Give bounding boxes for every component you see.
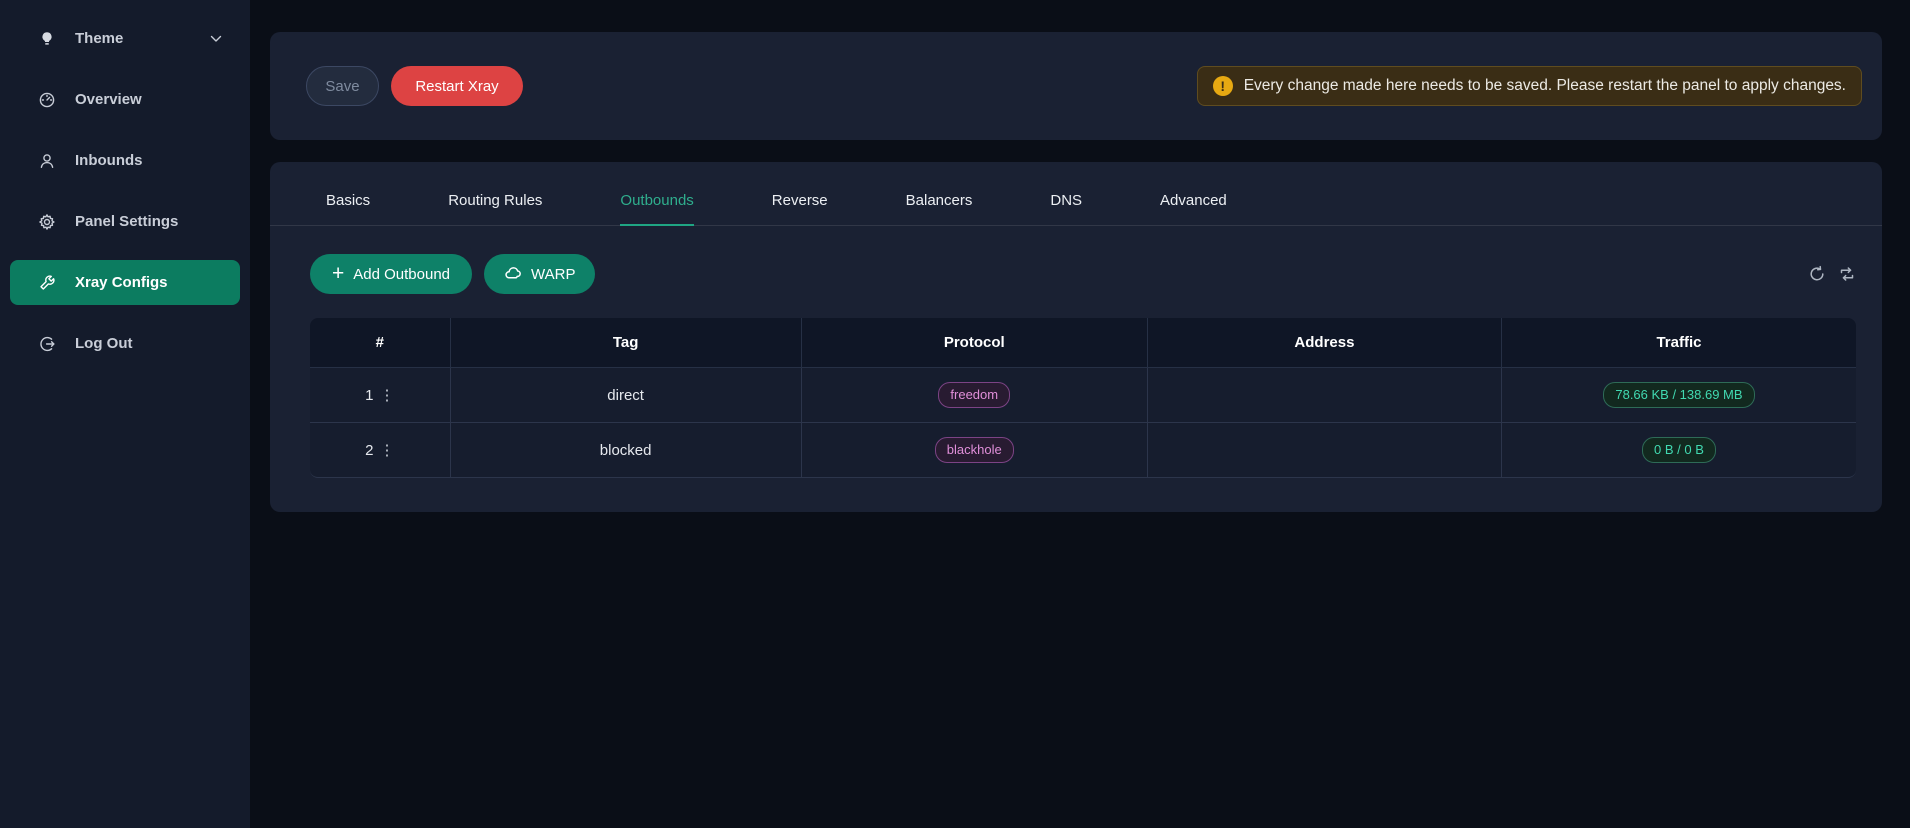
col-header-traffic: Traffic — [1502, 318, 1856, 368]
sidebar-item-panel-settings[interactable]: Panel Settings — [10, 199, 240, 244]
wrench-icon — [38, 274, 56, 292]
protocol-badge: blackhole — [935, 437, 1014, 463]
tab-balancers[interactable]: Balancers — [906, 192, 973, 226]
sidebar-item-overview[interactable]: Overview — [10, 77, 240, 122]
table-header-row: # Tag Protocol Address Traffic — [310, 318, 1856, 368]
tab-outbounds[interactable]: Outbounds — [620, 192, 693, 226]
sidebar-item-log-out[interactable]: Log Out — [10, 321, 240, 366]
outbounds-table-wrap: # Tag Protocol Address Traffic 1 ⋮ — [270, 318, 1882, 512]
outbounds-table: # Tag Protocol Address Traffic 1 ⋮ — [310, 318, 1856, 478]
row-menu-icon[interactable]: ⋮ — [380, 388, 395, 403]
traffic-badge: 0 B / 0 B — [1642, 437, 1716, 463]
protocol-badge: freedom — [938, 382, 1010, 408]
chevron-down-icon — [210, 35, 222, 43]
sidebar-item-label: Log Out — [75, 335, 132, 352]
add-outbound-button[interactable]: + Add Outbound — [310, 254, 472, 294]
sidebar-item-label: Panel Settings — [75, 213, 178, 230]
row-index: 1 — [365, 387, 373, 404]
sidebar-item-label: Xray Configs — [75, 274, 168, 291]
main-content: Save Restart Xray ! Every change made he… — [250, 0, 1910, 828]
col-header-address: Address — [1148, 318, 1502, 368]
tab-advanced[interactable]: Advanced — [1160, 192, 1227, 226]
dashboard-icon — [38, 91, 56, 109]
warp-label: WARP — [531, 266, 575, 283]
outbounds-toolbar: + Add Outbound WARP — [270, 226, 1882, 318]
table-row: 2 ⋮ blocked blackhole 0 B / 0 B — [310, 423, 1856, 478]
plus-icon: + — [332, 263, 344, 284]
sidebar-item-label: Overview — [75, 91, 142, 108]
sidebar-item-label: Theme — [75, 30, 123, 47]
user-icon — [38, 152, 56, 170]
alert-text: Every change made here needs to be saved… — [1244, 77, 1846, 95]
table-row: 1 ⋮ direct freedom 78.66 KB / 138.69 MB — [310, 368, 1856, 423]
tab-reverse[interactable]: Reverse — [772, 192, 828, 226]
unsaved-changes-alert: ! Every change made here needs to be sav… — [1197, 66, 1862, 106]
row-index: 2 — [365, 442, 373, 459]
col-header-tag: Tag — [451, 318, 802, 368]
cloud-icon — [504, 265, 522, 283]
warning-icon: ! — [1213, 76, 1233, 96]
config-tabs: Basics Routing Rules Outbounds Reverse B… — [270, 162, 1882, 226]
logout-icon — [38, 335, 56, 353]
row-address — [1148, 368, 1502, 423]
restart-xray-button[interactable]: Restart Xray — [391, 66, 523, 106]
top-action-bar: Save Restart Xray ! Every change made he… — [270, 32, 1882, 140]
refresh-icon[interactable] — [1808, 265, 1826, 283]
row-tag: direct — [451, 368, 802, 423]
row-tag: blocked — [451, 423, 802, 478]
repeat-icon[interactable] — [1838, 265, 1856, 283]
tab-routing-rules[interactable]: Routing Rules — [448, 192, 542, 226]
row-menu-icon[interactable]: ⋮ — [380, 443, 395, 458]
sidebar: Theme Overview Inbounds — [0, 0, 250, 828]
sidebar-item-xray-configs[interactable]: Xray Configs — [10, 260, 240, 305]
row-address — [1148, 423, 1502, 478]
sidebar-item-theme[interactable]: Theme — [10, 16, 240, 61]
col-header-index: # — [310, 318, 451, 368]
bulb-icon — [38, 30, 56, 48]
col-header-protocol: Protocol — [802, 318, 1148, 368]
add-outbound-label: Add Outbound — [353, 266, 450, 283]
save-button[interactable]: Save — [306, 66, 379, 106]
tab-dns[interactable]: DNS — [1050, 192, 1082, 226]
sidebar-item-label: Inbounds — [75, 152, 143, 169]
gear-icon — [38, 213, 56, 231]
sidebar-item-inbounds[interactable]: Inbounds — [10, 138, 240, 183]
tab-basics[interactable]: Basics — [326, 192, 370, 226]
traffic-badge: 78.66 KB / 138.69 MB — [1603, 382, 1754, 408]
xray-config-card: Basics Routing Rules Outbounds Reverse B… — [270, 162, 1882, 512]
warp-button[interactable]: WARP — [484, 254, 595, 294]
